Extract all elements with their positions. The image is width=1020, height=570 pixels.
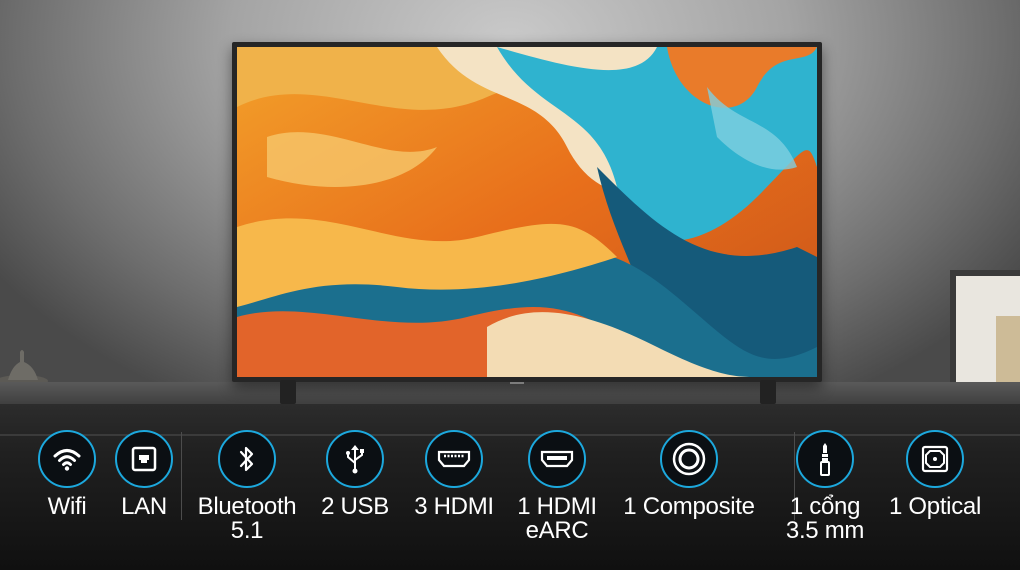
hdmi-earc-icon bbox=[528, 430, 586, 488]
hdmi-icon bbox=[425, 430, 483, 488]
feature-audio-jack: 1 cổng 3.5 mm bbox=[778, 430, 872, 543]
feature-wifi: Wifi bbox=[37, 430, 97, 519]
picture-frame-art bbox=[996, 316, 1020, 386]
feature-bluetooth: Bluetooth 5.1 bbox=[192, 430, 302, 543]
picture-frame bbox=[950, 270, 1020, 388]
feature-optical: 1 Optical bbox=[880, 430, 990, 519]
wifi-icon bbox=[38, 430, 96, 488]
tv-stand-left bbox=[280, 380, 296, 404]
usb-icon bbox=[326, 430, 384, 488]
feature-hdmi: 3 HDMI bbox=[409, 430, 499, 519]
lan-port-icon bbox=[115, 430, 173, 488]
feature-label: Bluetooth 5.1 bbox=[197, 493, 297, 544]
feature-composite: 1 Composite bbox=[616, 430, 762, 519]
feature-label: Wifi bbox=[47, 493, 87, 520]
feature-label: 3 HDMI bbox=[414, 493, 494, 520]
optical-icon bbox=[906, 430, 964, 488]
abstract-wallpaper bbox=[237, 47, 817, 377]
feature-label: 1 Optical bbox=[888, 493, 981, 520]
audio-jack-icon bbox=[796, 430, 854, 488]
feature-label: LAN bbox=[121, 493, 167, 520]
feature-hdmi-earc: 1 HDMI eARC bbox=[512, 430, 602, 543]
feature-label: 1 Composite bbox=[623, 493, 755, 520]
composite-icon bbox=[660, 430, 718, 488]
television bbox=[232, 42, 822, 382]
tv-screen bbox=[237, 47, 817, 377]
feature-lan: LAN bbox=[114, 430, 174, 519]
tv-stand-right bbox=[760, 380, 776, 404]
bluetooth-icon bbox=[218, 430, 276, 488]
connectivity-features: Wifi LAN Bluetooth 5.1 2 USB 3 HDMI 1 HD… bbox=[0, 426, 1020, 570]
feature-label: 2 USB bbox=[321, 493, 389, 520]
feature-label: 1 HDMI eARC bbox=[517, 493, 597, 544]
feature-usb: 2 USB bbox=[315, 430, 395, 519]
tv-logo bbox=[510, 382, 524, 384]
cabinet-top bbox=[0, 382, 1020, 406]
feature-label: 1 cổng 3.5 mm bbox=[785, 493, 865, 544]
